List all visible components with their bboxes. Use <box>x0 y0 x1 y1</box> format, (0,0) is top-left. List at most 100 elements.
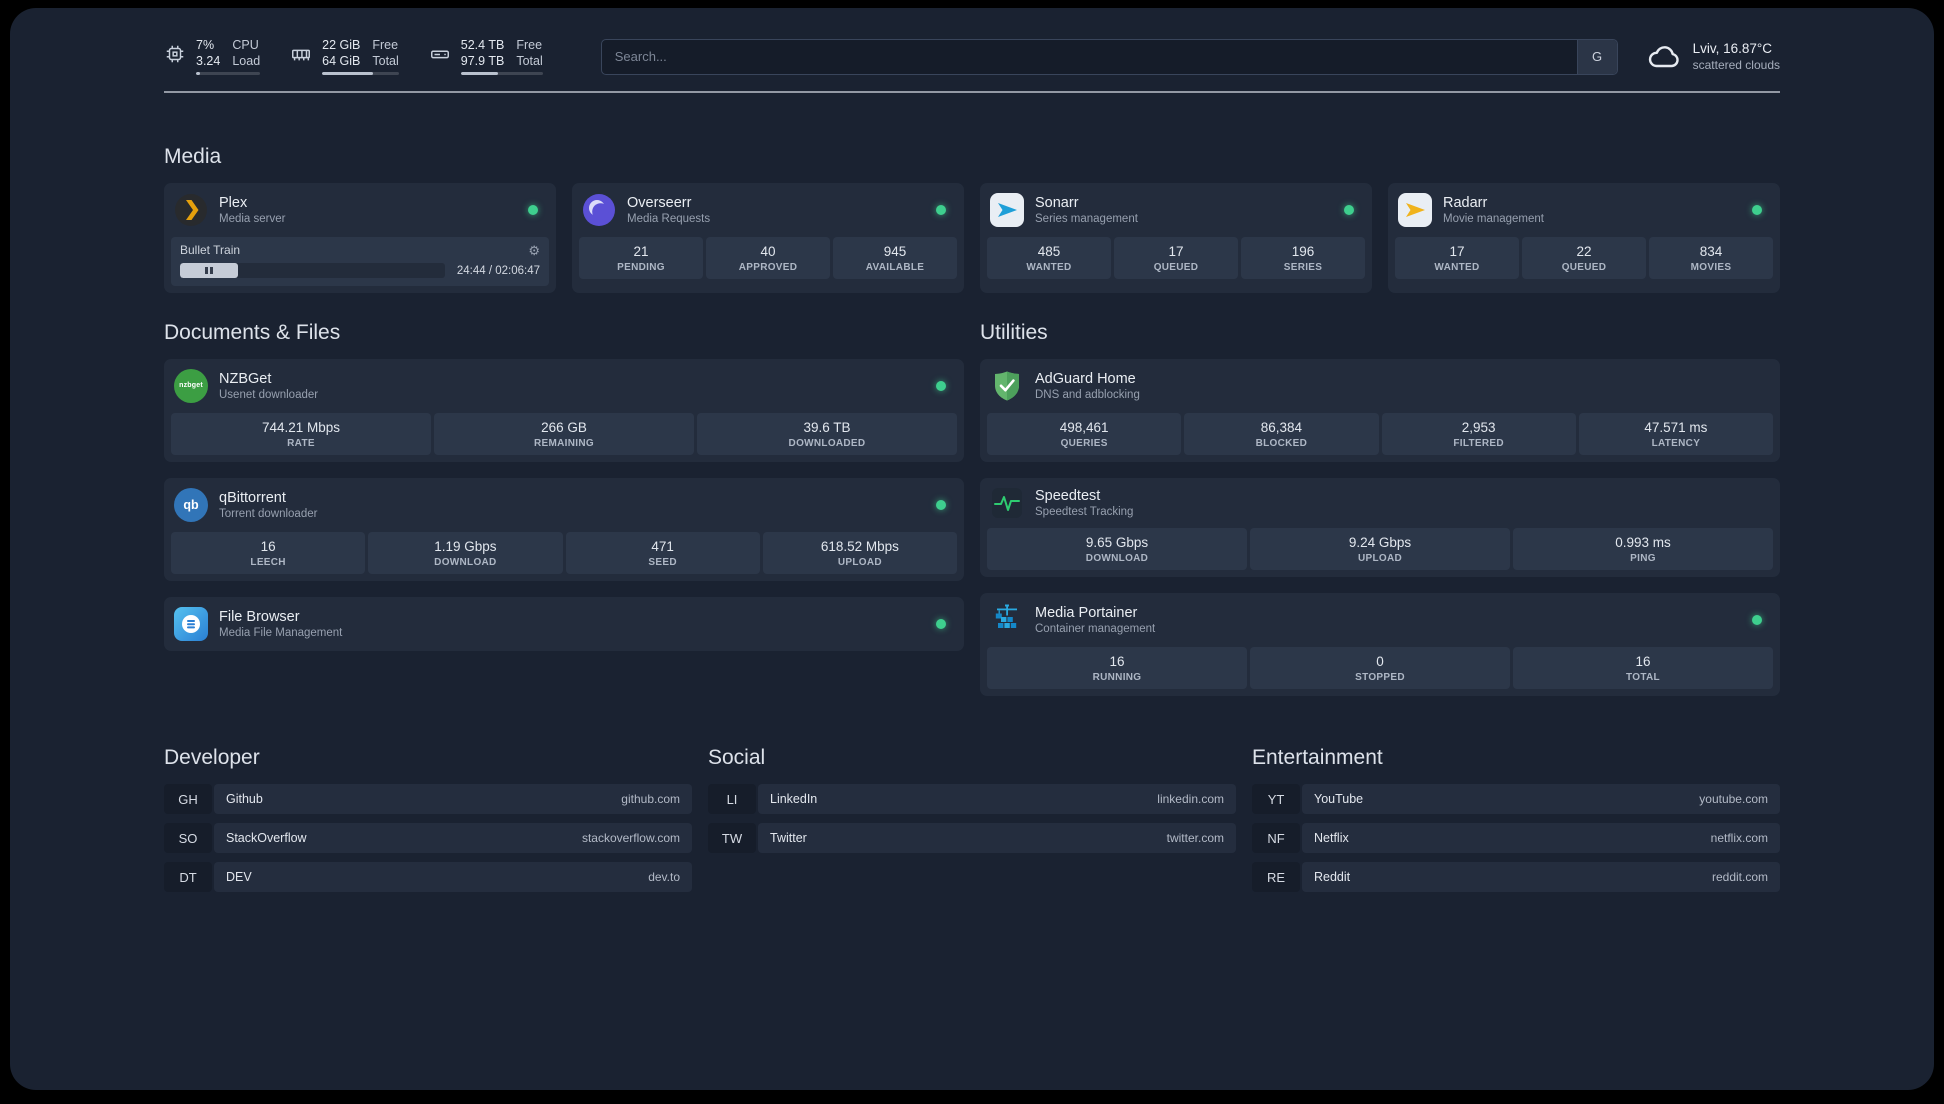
stat-tile: 39.6 TB DOWNLOADED <box>697 413 957 455</box>
bookmark-abbr: SO <box>164 823 212 853</box>
service-card-radarr[interactable]: Radarr Movie management 17 WANTED 22 QUE… <box>1388 183 1780 293</box>
cpu-usage-label: CPU <box>232 38 259 52</box>
stat-value: 744.21 Mbps <box>261 420 341 435</box>
service-name: qBittorrent <box>219 490 286 506</box>
gear-icon[interactable]: ⚙ <box>528 244 540 257</box>
service-name: Media Portainer <box>1035 605 1138 621</box>
stat-tile: 17 QUEUED <box>1114 237 1238 279</box>
stat-tile: 86,384 BLOCKED <box>1184 413 1379 455</box>
stat-label: PING <box>1630 553 1656 564</box>
disk-total-value: 97.9 TB <box>460 54 505 68</box>
stat-label: DOWNLOAD <box>434 557 497 568</box>
service-description: Speedtest Tracking <box>1035 506 1134 518</box>
service-card-qbittorrent[interactable]: qb qBittorrent Torrent downloader 16 LEE… <box>164 478 964 581</box>
stat-tile: 485 WANTED <box>987 237 1111 279</box>
section-title-utilities: Utilities <box>980 321 1048 344</box>
bookmark-abbr: DT <box>164 862 212 892</box>
bookmark-youtube[interactable]: YT YouTube youtube.com <box>1252 784 1780 814</box>
service-card-adguard[interactable]: AdGuard Home DNS and adblocking 498,461 … <box>980 359 1780 462</box>
stat-label: SEED <box>648 557 677 568</box>
stat-value: 9.65 Gbps <box>1085 535 1149 550</box>
stat-label: QUEUED <box>1561 262 1607 273</box>
stat-label: AVAILABLE <box>865 262 925 273</box>
overseerr-icon <box>582 193 616 227</box>
pause-button[interactable] <box>180 263 238 278</box>
disk-progress-bar <box>460 72 543 75</box>
bookmark-dev[interactable]: DT DEV dev.to <box>164 862 692 892</box>
documents-column: Documents & Files nzbget NZBGet Usenet d… <box>164 321 964 651</box>
status-indicator <box>936 205 946 215</box>
service-card-plex[interactable]: Plex Media server Bullet Train ⚙ 24:44 /… <box>164 183 556 293</box>
service-card-nzbget[interactable]: nzbget NZBGet Usenet downloader 744.21 M… <box>164 359 964 462</box>
adguard-icon <box>990 369 1024 403</box>
stat-tile: 16 LEECH <box>171 532 366 574</box>
stat-tile: 17 WANTED <box>1395 237 1519 279</box>
memory-progress-bar <box>322 72 399 75</box>
bookmark-github[interactable]: GH Github github.com <box>164 784 692 814</box>
stat-value: 485 <box>1037 244 1061 259</box>
stat-value: 86,384 <box>1260 420 1303 435</box>
bookmark-name: StackOverflow <box>226 831 307 845</box>
service-name: Overseerr <box>627 195 692 211</box>
service-description: Media server <box>219 213 286 225</box>
service-card-sonarr[interactable]: Sonarr Series management 485 WANTED 17 Q… <box>980 183 1372 293</box>
stat-value: 618.52 Mbps <box>820 539 899 554</box>
search-input[interactable] <box>601 39 1577 74</box>
service-description: Media File Management <box>219 627 343 639</box>
stat-tile: 9.24 Gbps UPLOAD <box>1250 528 1510 570</box>
playback-time: 24:44 / 02:06:47 <box>456 264 540 277</box>
bookmark-abbr: YT <box>1252 784 1300 814</box>
search-provider-button[interactable]: G <box>1576 39 1617 74</box>
memory-free-value: 22 GiB <box>322 38 361 52</box>
stat-label: STOPPED <box>1355 672 1405 683</box>
stat-tile: 266 GB REMAINING <box>434 413 694 455</box>
stat-label: QUERIES <box>1060 438 1108 449</box>
bookmark-url: youtube.com <box>1699 792 1768 806</box>
sonarr-icon <box>990 193 1024 227</box>
service-description: Series management <box>1035 213 1138 225</box>
stat-label: BLOCKED <box>1255 438 1308 449</box>
cpu-icon <box>164 43 186 65</box>
stat-label: QUEUED <box>1153 262 1199 273</box>
header-divider <box>164 91 1780 93</box>
bookmark-linkedin[interactable]: LI LinkedIn linkedin.com <box>708 784 1236 814</box>
stat-label: REMAINING <box>534 438 594 449</box>
bookmark-netflix[interactable]: NF Netflix netflix.com <box>1252 823 1780 853</box>
weather-location: Lviv, 16.87°C <box>1692 41 1773 56</box>
bookmark-stackoverflow[interactable]: SO StackOverflow stackoverflow.com <box>164 823 692 853</box>
stat-tile: 40 APPROVED <box>706 237 830 279</box>
stat-value: 39.6 TB <box>803 420 851 435</box>
stat-label: PENDING <box>617 262 665 273</box>
bookmark-url: netflix.com <box>1710 831 1768 845</box>
stat-value: 16 <box>260 539 276 554</box>
bookmark-url: stackoverflow.com <box>581 831 680 845</box>
service-description: Media Requests <box>627 213 711 225</box>
bookmark-group-social: Social LI LinkedIn linkedin.com TW Twitt… <box>708 746 1236 862</box>
service-card-speedtest[interactable]: Speedtest Speedtest Tracking 9.65 Gbps D… <box>980 478 1780 577</box>
bookmark-group-developer: Developer GH Github github.com SO StackO… <box>164 746 692 901</box>
playback-progress-track[interactable] <box>180 263 445 278</box>
now-playing-title: Bullet Train <box>180 243 241 257</box>
status-indicator <box>936 500 946 510</box>
stat-label: LEECH <box>250 557 286 568</box>
disk-total-label: Total <box>516 54 543 68</box>
bookmark-twitter[interactable]: TW Twitter twitter.com <box>708 823 1236 853</box>
stat-label: UPLOAD <box>1357 553 1403 564</box>
stat-label: SERIES <box>1283 262 1323 273</box>
cpu-progress-bar <box>196 72 261 75</box>
service-card-portainer[interactable]: Media Portainer Container management 16 … <box>980 593 1780 696</box>
stat-tile: 744.21 Mbps RATE <box>171 413 431 455</box>
filebrowser-icon <box>174 607 208 641</box>
bookmark-group-title: Social <box>708 746 766 769</box>
service-description: Container management <box>1035 623 1156 635</box>
stat-tile: 47.571 ms LATENCY <box>1578 413 1773 455</box>
memory-icon <box>290 43 312 65</box>
stat-value: 834 <box>1699 244 1723 259</box>
stat-label: RUNNING <box>1092 672 1142 683</box>
resource-disk: 52.4 TB 97.9 TB Free Total <box>429 38 543 75</box>
stat-tile: 945 AVAILABLE <box>833 237 957 279</box>
service-card-filebrowser[interactable]: File Browser Media File Management <box>164 597 964 651</box>
bookmark-reddit[interactable]: RE Reddit reddit.com <box>1252 862 1780 892</box>
memory-total-label: Total <box>372 54 399 68</box>
service-card-overseerr[interactable]: Overseerr Media Requests 21 PENDING 40 A… <box>572 183 964 293</box>
